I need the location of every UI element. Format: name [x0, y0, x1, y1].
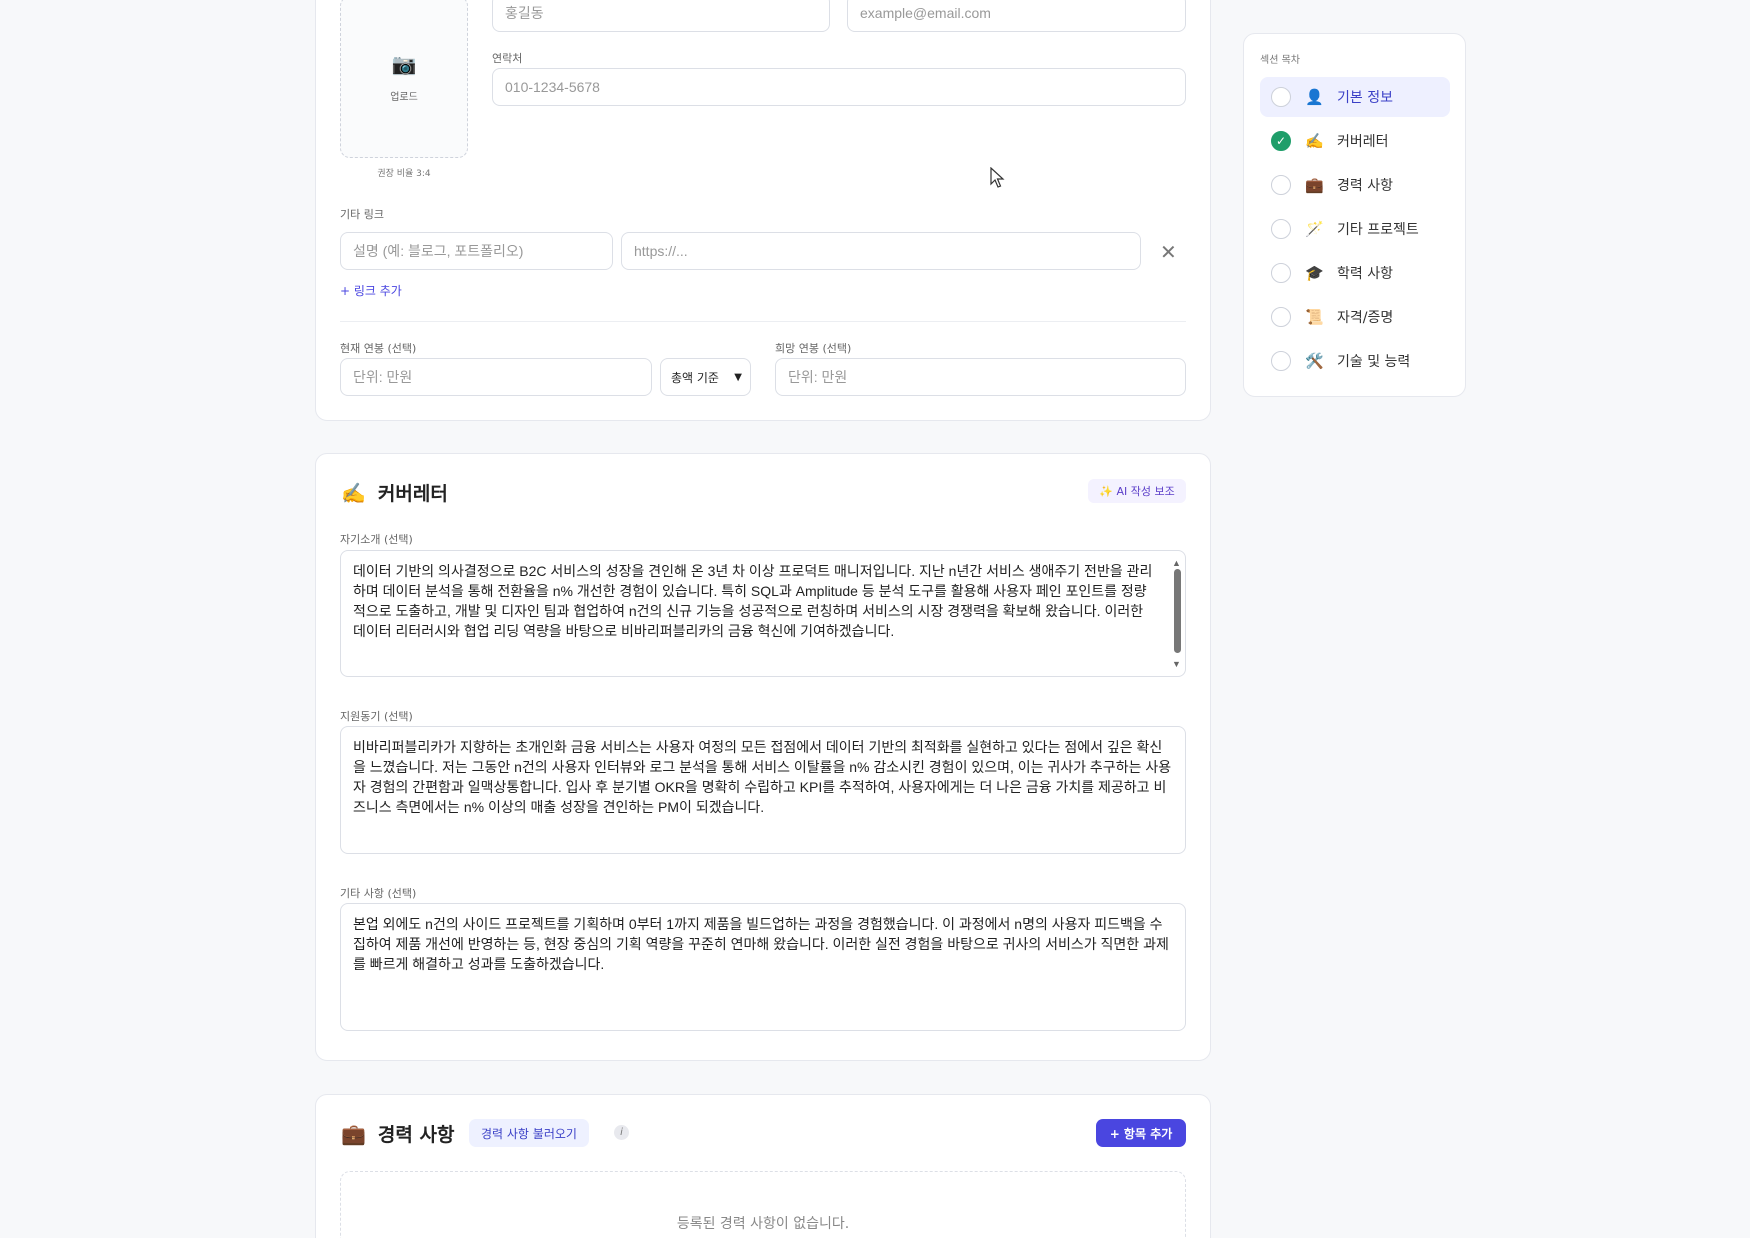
toc-item-label: 자격/증명: [1337, 310, 1394, 326]
career-empty-text: 등록된 경력 사항이 없습니다.: [676, 1216, 850, 1232]
photo-upload[interactable]: 📷 업로드: [340, 0, 468, 158]
add-item-button[interactable]: + 항목 추가: [1096, 1119, 1186, 1147]
import-career-button[interactable]: 경력 사항 불러오기: [469, 1119, 589, 1147]
toc-item-label: 경력 사항: [1337, 178, 1393, 194]
email-input[interactable]: example@email.com: [847, 0, 1186, 32]
user-icon: 👤: [1305, 88, 1324, 106]
status-circle: [1271, 175, 1291, 195]
toc-item[interactable]: 🛠️ 기술 및 능력: [1260, 341, 1450, 381]
name-input[interactable]: 홍길동: [492, 0, 830, 32]
toc-item-label: 학력 사항: [1337, 266, 1393, 282]
chevron-down-icon: ▼: [734, 371, 742, 383]
current-salary-input[interactable]: 단위: 만원: [340, 358, 652, 396]
toc-item[interactable]: 📜 자격/증명: [1260, 297, 1450, 337]
add-link-button[interactable]: + 링크 추가: [340, 282, 402, 299]
toc-item-label: 커버레터: [1337, 134, 1389, 150]
other-notes-label: 기타 사항 (선택): [340, 887, 417, 900]
status-circle: [1271, 87, 1291, 107]
toc-item[interactable]: 👤 기본 정보: [1260, 77, 1450, 117]
briefcase-icon: 💼: [341, 1121, 366, 1146]
status-circle: [1271, 351, 1291, 371]
status-circle: [1271, 219, 1291, 239]
scrollbar-thumb[interactable]: [1174, 569, 1181, 653]
other-links-label: 기타 링크: [340, 208, 384, 221]
remove-link-icon[interactable]: ✕: [1160, 240, 1177, 264]
intro-textarea[interactable]: 데이터 기반의 의사결정으로 B2C 서비스의 성장을 견인해 온 3년 차 이…: [340, 550, 1186, 677]
contact-input[interactable]: 010-1234-5678: [492, 68, 1186, 106]
toc-item-label: 기본 정보: [1337, 90, 1393, 106]
link-description-input[interactable]: 설명 (예: 블로그, 포트폴리오): [340, 232, 613, 270]
toc-item-label: 기타 프로젝트: [1337, 222, 1419, 238]
motivation-label: 지원동기 (선택): [340, 710, 413, 723]
mouse-cursor-icon: [990, 167, 1005, 188]
photo-upload-label: 업로드: [390, 91, 418, 103]
status-circle: [1271, 263, 1291, 283]
toc-item[interactable]: 🪄 기타 프로젝트: [1260, 209, 1450, 249]
check-icon: ✓: [1271, 131, 1291, 151]
ai-assist-button[interactable]: ✨ AI 작성 보조: [1088, 479, 1186, 503]
graduation-cap-icon: 🎓: [1305, 264, 1324, 282]
photo-ratio-hint: 권장 비율 3:4: [377, 169, 431, 179]
intro-label: 자기소개 (선택): [340, 533, 413, 546]
salary-basis-select[interactable]: 총액 기준 ▼: [660, 358, 751, 396]
section-toc: 섹션 목차 👤 기본 정보 ✓ ✍️ 커버레터 💼 경력 사항 🪄 기타 프로젝트 🎓 학력 사항 📜…: [1243, 33, 1466, 397]
scroll-down-icon[interactable]: ▼: [1172, 654, 1181, 674]
toc-item-label: 기술 및 능력: [1337, 354, 1411, 370]
motivation-textarea[interactable]: 비바리퍼블리카가 지향하는 초개인화 금융 서비스는 사용자 여정의 모든 접점…: [340, 726, 1186, 854]
camera-icon: 📷: [391, 51, 417, 76]
toc-item[interactable]: 💼 경력 사항: [1260, 165, 1450, 205]
desired-salary-label: 희망 연봉 (선택): [775, 342, 852, 355]
writing-hand-icon: ✍️: [1305, 132, 1324, 150]
current-salary-label: 현재 연봉 (선택): [340, 342, 417, 355]
career-title: 💼 경력 사항: [341, 1121, 455, 1147]
toc-title: 섹션 목차: [1260, 55, 1300, 66]
contact-label: 연락처: [492, 52, 523, 65]
briefcase-icon: 💼: [1305, 176, 1324, 194]
magic-wand-icon: 🪄: [1305, 220, 1324, 238]
other-notes-textarea[interactable]: 본업 외에도 n건의 사이드 프로젝트를 기획하며 0부터 1까지 제품을 빌드…: [340, 903, 1186, 1031]
tools-icon: 🛠️: [1305, 352, 1324, 370]
status-circle: [1271, 307, 1291, 327]
desired-salary-input[interactable]: 단위: 만원: [775, 358, 1186, 396]
toc-item[interactable]: 🎓 학력 사항: [1260, 253, 1450, 293]
info-icon[interactable]: i: [614, 1125, 629, 1140]
writing-hand-icon: ✍️: [341, 480, 366, 505]
toc-item[interactable]: ✓ ✍️ 커버레터: [1260, 121, 1450, 161]
divider: [340, 321, 1186, 322]
scroll-icon: 📜: [1305, 308, 1324, 326]
intro-scrollbar[interactable]: ▲ ▼: [1171, 553, 1183, 674]
link-url-input[interactable]: https://...: [621, 232, 1141, 270]
cover-letter-title: ✍️ 커버레터: [341, 480, 448, 506]
